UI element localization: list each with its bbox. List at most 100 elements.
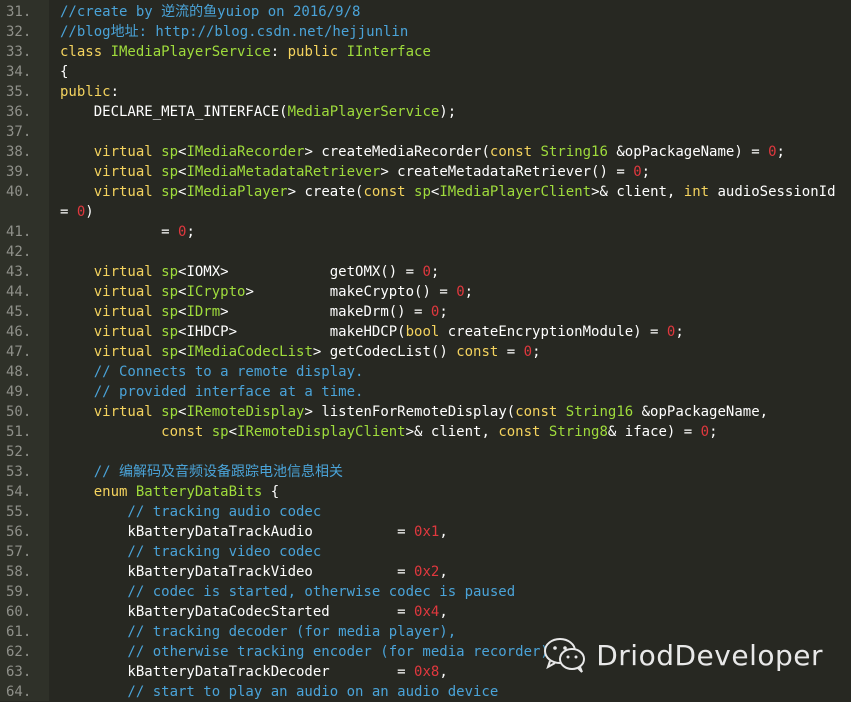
code-line[interactable]: 54. enum BatteryDataBits { xyxy=(0,482,851,502)
line-number: 48. xyxy=(6,364,32,380)
code-token: 0 xyxy=(523,344,533,360)
code-text[interactable]: //blog地址: http://blog.csdn.net/hejjunlin xyxy=(60,22,408,42)
code-text[interactable]: // tracking audio codec xyxy=(60,502,321,522)
code-line[interactable]: 49. // provided interface at a time. xyxy=(0,382,851,402)
code-text[interactable]: // tracking decoder (for media player), xyxy=(60,622,456,642)
code-text[interactable]: const sp<IRemoteDisplayClient>& client, … xyxy=(60,422,717,442)
code-token: kBatteryDataTrackVideo = xyxy=(60,564,415,580)
code-line[interactable]: 52. xyxy=(0,442,851,462)
code-line[interactable]: 42. xyxy=(0,242,851,262)
code-text[interactable]: virtual sp<IMediaRecorder> createMediaRe… xyxy=(60,142,785,162)
code-line[interactable]: 31. //create by 逆流的鱼yuiop on 2016/9/8 xyxy=(0,2,851,22)
code-text[interactable]: kBatteryDataTrackDecoder = 0x8, xyxy=(60,662,447,682)
code-text[interactable]: virtual sp<IHDCP> makeHDCP(bool createEn… xyxy=(60,322,684,342)
code-token: 0 xyxy=(768,144,777,160)
code-line[interactable]: 33. class IMediaPlayerService: public IIn… xyxy=(0,42,851,62)
code-text[interactable]: //create by 逆流的鱼yuiop on 2016/9/8 xyxy=(60,2,360,22)
code-line[interactable]: 50. virtual sp<IRemoteDisplay> listenFor… xyxy=(0,402,851,422)
code-line[interactable]: 53. // 编解码及音频设备跟踪电池信息相关 xyxy=(0,462,851,482)
code-text[interactable]: // provided interface at a time. xyxy=(60,382,364,402)
code-token: const xyxy=(363,184,415,200)
code-text[interactable]: // Connects to a remote display. xyxy=(60,362,364,382)
code-line[interactable]: 64. // start to play an audio on an audi… xyxy=(0,682,851,702)
code-token: , xyxy=(439,564,448,580)
code-editor[interactable]: 31. //create by 逆流的鱼yuiop on 2016/9/8 32. /… xyxy=(0,0,851,701)
code-token: = xyxy=(60,204,77,220)
code-line[interactable]: 40. virtual sp<IMediaPlayer> create(cons… xyxy=(0,182,851,202)
wechat-icon xyxy=(544,638,586,673)
code-text[interactable]: virtual sp<IMediaCodecList> getCodecList… xyxy=(60,342,541,362)
code-token: ; xyxy=(464,284,474,300)
code-text[interactable]: // otherwise tracking encoder (for media… xyxy=(60,642,548,662)
code-text[interactable]: virtual sp<IDrm> makeDrm() = 0; xyxy=(60,302,448,322)
code-line[interactable]: 32. //blog地址: http://blog.csdn.net/hejjun… xyxy=(0,22,851,42)
line-number: 52. xyxy=(6,444,32,460)
code-line[interactable]: 45. virtual sp<IDrm> makeDrm() = 0; xyxy=(0,302,851,322)
code-line[interactable]: 36. DECLARE_META_INTERFACE(MediaPlayerSe… xyxy=(0,102,851,122)
code-text[interactable]: // 编解码及音频设备跟踪电池信息相关 xyxy=(60,462,343,482)
code-token: 0x2 xyxy=(414,564,440,580)
code-token: kBatteryDataCodecStarted = xyxy=(60,604,415,620)
code-text[interactable]: // tracking video codec xyxy=(60,542,321,562)
code-token: sp xyxy=(414,184,431,200)
code-token: = xyxy=(498,344,524,360)
code-line[interactable]: 35. public: xyxy=(0,82,851,102)
code-text[interactable]: kBatteryDataTrackAudio = 0x1, xyxy=(60,522,447,542)
code-token: ICrypto xyxy=(186,284,246,300)
line-number: 47. xyxy=(6,344,32,360)
code-text[interactable]: DECLARE_META_INTERFACE(MediaPlayerServic… xyxy=(60,102,456,122)
line-number: 41. xyxy=(6,224,32,240)
code-line[interactable]: 39. virtual sp<IMediaMetadataRetriever> … xyxy=(0,162,851,182)
code-text[interactable]: public: xyxy=(60,82,119,102)
code-text[interactable]: // start to play an audio on an audio de… xyxy=(60,682,498,702)
code-text[interactable]: virtual sp<IOMX> getOMX() = 0; xyxy=(60,262,440,282)
code-text[interactable]: kBatteryDataCodecStarted = 0x4, xyxy=(60,602,447,622)
code-text[interactable]: = 0; xyxy=(60,222,195,242)
code-token: sp xyxy=(161,304,179,320)
code-line[interactable]: 55. // tracking audio codec xyxy=(0,502,851,522)
code-text[interactable]: = 0) xyxy=(60,202,94,222)
code-token: <IOMX> getOMX() = xyxy=(178,264,423,280)
code-text[interactable]: virtual sp<IMediaPlayer> create(const sp… xyxy=(60,182,836,202)
code-line[interactable]: 34. { xyxy=(0,62,851,82)
code-line[interactable]: 44. virtual sp<ICrypto> makeCrypto() = 0… xyxy=(0,282,851,302)
code-text[interactable]: // codec is started, otherwise codec is … xyxy=(60,582,515,602)
code-line[interactable]: 43. virtual sp<IOMX> getOMX() = 0; xyxy=(0,262,851,282)
code-line[interactable]: = 0) xyxy=(0,202,851,222)
code-token: ; xyxy=(675,324,684,340)
code-text[interactable]: class IMediaPlayerService: public IInter… xyxy=(60,42,431,62)
code-token: ; xyxy=(439,304,448,320)
code-line[interactable]: 58. kBatteryDataTrackVideo = 0x2, xyxy=(0,562,851,582)
code-token: // tracking audio codec xyxy=(60,504,322,520)
code-text[interactable]: enum BatteryDataBits { xyxy=(60,482,279,502)
code-token: String16 xyxy=(540,144,617,160)
code-token: BatteryDataBits xyxy=(135,484,271,500)
code-line[interactable]: 47. virtual sp<IMediaCodecList> getCodec… xyxy=(0,342,851,362)
code-text[interactable]: { xyxy=(60,62,68,82)
code-line[interactable]: 56. kBatteryDataTrackAudio = 0x1, xyxy=(0,522,851,542)
code-line[interactable]: 57. // tracking video codec xyxy=(0,542,851,562)
code-line[interactable]: 46. virtual sp<IHDCP> makeHDCP(bool crea… xyxy=(0,322,851,342)
code-token: ; xyxy=(641,164,651,180)
code-text[interactable]: virtual sp<ICrypto> makeCrypto() = 0; xyxy=(60,282,473,302)
line-number: 61. xyxy=(6,624,32,640)
code-text[interactable]: virtual sp<IMediaMetadataRetriever> crea… xyxy=(60,162,650,182)
code-line[interactable]: 38. virtual sp<IMediaRecorder> createMed… xyxy=(0,142,851,162)
code-line[interactable]: 51. const sp<IRemoteDisplayClient>& clie… xyxy=(0,422,851,442)
code-line[interactable]: 37. xyxy=(0,122,851,142)
code-token: const xyxy=(456,344,499,360)
code-token: { xyxy=(270,484,280,500)
code-line[interactable]: 60. kBatteryDataCodecStarted = 0x4, xyxy=(0,602,851,622)
line-number: 54. xyxy=(6,484,32,500)
code-text[interactable]: virtual sp<IRemoteDisplay> listenForRemo… xyxy=(60,402,768,422)
code-text[interactable]: kBatteryDataTrackVideo = 0x2, xyxy=(60,562,448,582)
code-line[interactable]: 41. = 0; xyxy=(0,222,851,242)
code-token: sp xyxy=(161,184,179,200)
code-line[interactable]: 48. // Connects to a remote display. xyxy=(0,362,851,382)
code-token: > makeDrm() = xyxy=(220,304,431,320)
code-line[interactable]: 59. // codec is started, otherwise codec… xyxy=(0,582,851,602)
line-number: 37. xyxy=(6,124,32,140)
